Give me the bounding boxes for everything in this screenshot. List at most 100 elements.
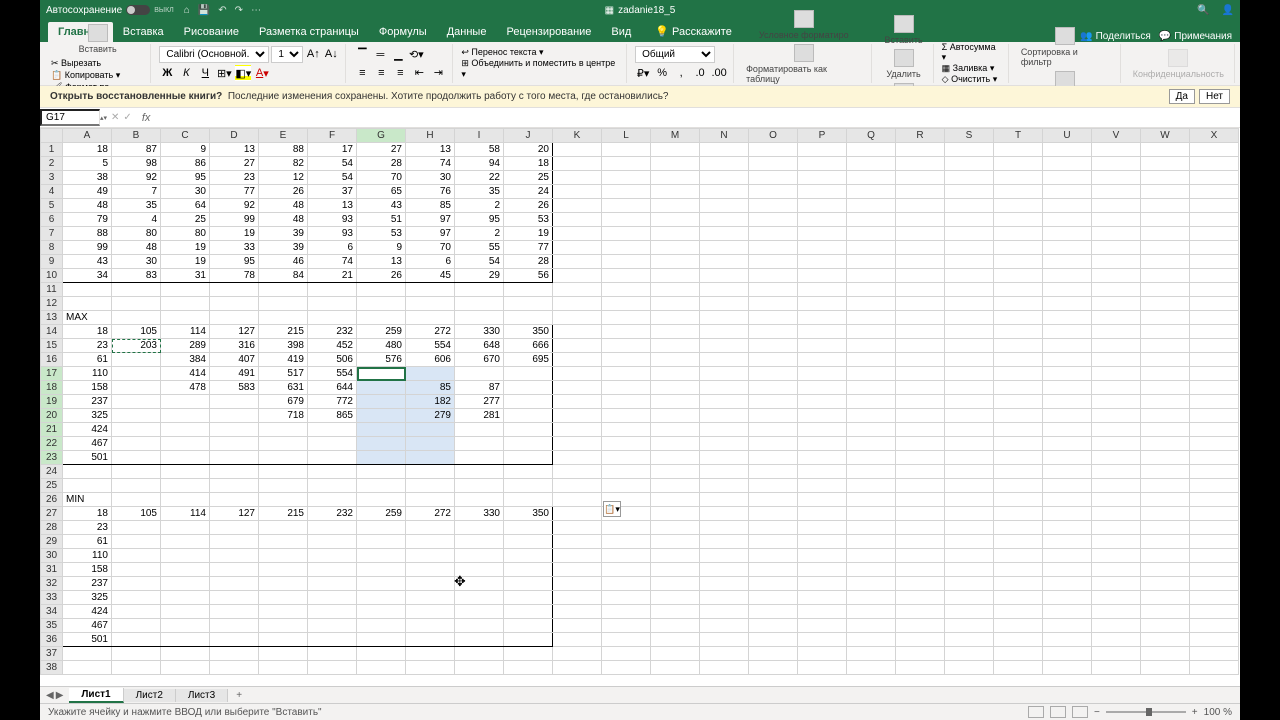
cell[interactable] — [553, 437, 602, 451]
cell[interactable] — [749, 647, 798, 661]
cell[interactable] — [945, 661, 994, 675]
cell[interactable] — [994, 171, 1043, 185]
cell[interactable] — [210, 311, 259, 325]
cell[interactable]: 83 — [112, 269, 161, 283]
cell[interactable]: 19 — [161, 255, 210, 269]
cell[interactable] — [210, 535, 259, 549]
cell[interactable] — [553, 157, 602, 171]
cell[interactable] — [749, 507, 798, 521]
cell[interactable]: 18 — [63, 143, 112, 157]
cell[interactable] — [896, 283, 945, 297]
cell[interactable]: 6 — [308, 241, 357, 255]
cell[interactable] — [1190, 591, 1239, 605]
cell[interactable] — [1043, 241, 1092, 255]
cell[interactable]: 114 — [161, 325, 210, 339]
fill-button[interactable]: ▦ Заливка ▾ — [942, 63, 1002, 74]
cell[interactable]: 478 — [161, 381, 210, 395]
cell[interactable] — [847, 199, 896, 213]
cell[interactable] — [504, 367, 553, 381]
cell[interactable] — [455, 535, 504, 549]
cell[interactable] — [896, 577, 945, 591]
cell[interactable] — [896, 563, 945, 577]
cell[interactable] — [1043, 311, 1092, 325]
cell[interactable] — [945, 423, 994, 437]
row-header[interactable]: 13 — [41, 311, 63, 325]
cell[interactable] — [749, 577, 798, 591]
cell[interactable] — [553, 227, 602, 241]
cell[interactable] — [553, 255, 602, 269]
font-size-select[interactable]: 11 — [271, 46, 303, 63]
cell[interactable] — [651, 297, 700, 311]
cell[interactable] — [357, 535, 406, 549]
cell[interactable]: 92 — [210, 199, 259, 213]
cell[interactable] — [602, 255, 651, 269]
cell[interactable] — [602, 171, 651, 185]
cell[interactable] — [896, 493, 945, 507]
cell[interactable] — [553, 297, 602, 311]
row-header[interactable]: 38 — [41, 661, 63, 675]
cell[interactable] — [1141, 353, 1190, 367]
cell[interactable] — [1043, 395, 1092, 409]
cell[interactable] — [945, 255, 994, 269]
cell[interactable] — [259, 283, 308, 297]
row-header[interactable]: 30 — [41, 549, 63, 563]
cell[interactable] — [651, 549, 700, 563]
cell[interactable] — [1190, 619, 1239, 633]
row-header[interactable]: 23 — [41, 451, 63, 465]
bold-button[interactable]: Ж — [159, 65, 175, 81]
cell[interactable] — [945, 493, 994, 507]
cell[interactable] — [847, 339, 896, 353]
cell[interactable] — [994, 437, 1043, 451]
cell[interactable]: 631 — [259, 381, 308, 395]
cell[interactable]: 554 — [308, 367, 357, 381]
cell[interactable]: 237 — [63, 577, 112, 591]
italic-button[interactable]: К — [178, 65, 194, 81]
cell[interactable] — [357, 409, 406, 423]
cell[interactable] — [602, 577, 651, 591]
cell[interactable]: 39 — [259, 241, 308, 255]
row-header[interactable]: 12 — [41, 297, 63, 311]
cell[interactable] — [112, 283, 161, 297]
cell[interactable] — [847, 409, 896, 423]
cell[interactable] — [602, 549, 651, 563]
cell[interactable] — [553, 395, 602, 409]
cell[interactable] — [1190, 367, 1239, 381]
cell[interactable] — [1092, 339, 1141, 353]
cancel-icon[interactable]: ✕ — [111, 112, 119, 123]
cell[interactable]: 398 — [259, 339, 308, 353]
cell[interactable]: 583 — [210, 381, 259, 395]
cell[interactable]: 53 — [357, 227, 406, 241]
cell[interactable] — [1092, 577, 1141, 591]
align-middle-icon[interactable]: ═ — [372, 47, 388, 63]
cell[interactable] — [553, 311, 602, 325]
cell[interactable] — [651, 563, 700, 577]
cell[interactable] — [700, 535, 749, 549]
cell[interactable] — [112, 479, 161, 493]
cell[interactable] — [1190, 521, 1239, 535]
cell[interactable] — [1141, 507, 1190, 521]
cell[interactable] — [553, 633, 602, 647]
cell[interactable] — [210, 479, 259, 493]
cell[interactable] — [700, 647, 749, 661]
cell[interactable] — [749, 521, 798, 535]
cell[interactable] — [1092, 521, 1141, 535]
cell[interactable] — [994, 367, 1043, 381]
cell[interactable] — [210, 395, 259, 409]
row-header[interactable]: 24 — [41, 465, 63, 479]
percent-icon[interactable]: % — [654, 65, 670, 81]
row-header[interactable]: 25 — [41, 479, 63, 493]
cell[interactable] — [847, 395, 896, 409]
col-header[interactable]: I — [455, 129, 504, 143]
cell[interactable] — [455, 451, 504, 465]
cell[interactable] — [847, 619, 896, 633]
cell[interactable] — [308, 549, 357, 563]
cell[interactable] — [259, 661, 308, 675]
cell[interactable] — [896, 661, 945, 675]
cell[interactable] — [357, 633, 406, 647]
cell[interactable]: 272 — [406, 507, 455, 521]
cell[interactable]: 87 — [112, 143, 161, 157]
cell[interactable] — [210, 409, 259, 423]
cell[interactable] — [553, 339, 602, 353]
cell[interactable] — [798, 367, 847, 381]
cell[interactable] — [1190, 269, 1239, 283]
